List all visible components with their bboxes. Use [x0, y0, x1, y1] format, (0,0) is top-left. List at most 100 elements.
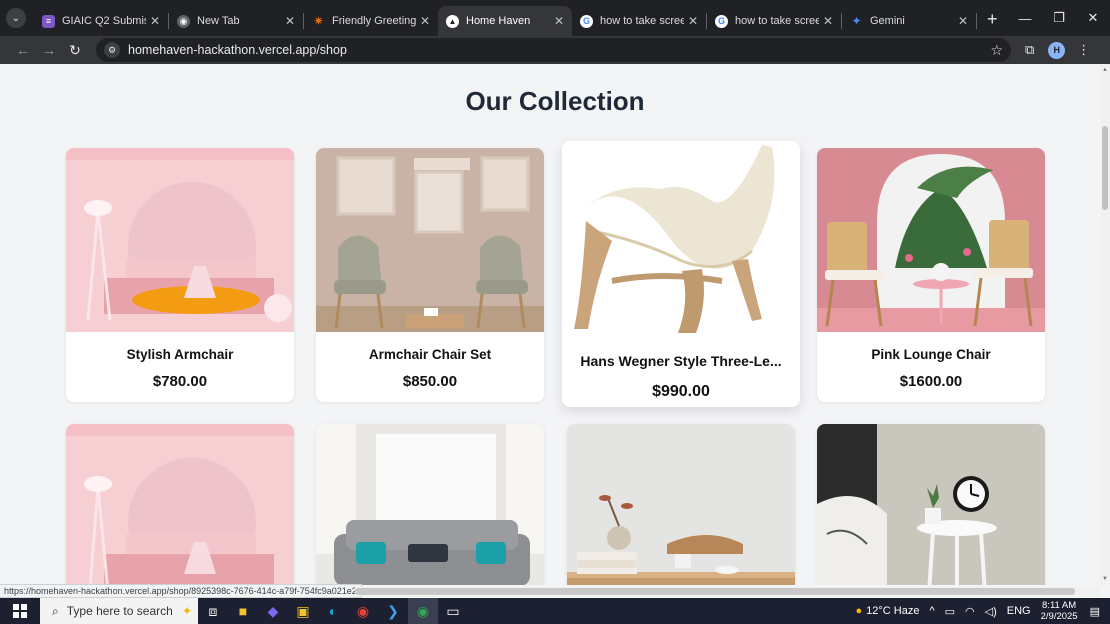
search-placeholder: Type here to search — [66, 604, 173, 618]
close-icon[interactable]: ✕ — [823, 14, 833, 28]
product-card-row2-4[interactable] — [817, 424, 1045, 585]
product-image[interactable] — [66, 148, 294, 332]
tab-search-icon[interactable]: ⌄ — [6, 8, 26, 28]
profile-avatar[interactable]: H — [1048, 41, 1066, 59]
restore-icon[interactable]: ❐ — [1042, 0, 1076, 36]
product-image[interactable] — [316, 424, 544, 585]
product-card-pink-lounge-chair[interactable]: Pink Lounge Chair $1600.00 — [817, 148, 1045, 402]
omnibox[interactable]: ⚙ homehaven-hackathon.vercel.app/shop ☆ — [96, 38, 1011, 62]
calendar-app-icon[interactable]: ▣ — [288, 598, 318, 624]
product-price: $1600.00 — [899, 373, 963, 390]
tab-home-haven[interactable]: ▲ Home Haven ✕ — [438, 6, 572, 36]
product-image[interactable] — [562, 141, 800, 335]
search-icon: ⌕ — [52, 603, 59, 618]
close-icon[interactable]: ✕ — [688, 14, 698, 28]
window-controls: — ❐ ✕ — [1008, 0, 1110, 36]
sparkle-icon: ✷ — [313, 14, 324, 28]
menu-kebab-icon[interactable]: ⋮ — [1077, 42, 1090, 58]
tab-screenshot-search-2[interactable]: G how to take screensh ✕ — [707, 6, 841, 36]
weather-text[interactable]: 12°C Haze — [866, 605, 919, 617]
close-icon[interactable]: ✕ — [420, 14, 430, 28]
bookmark-star-icon[interactable]: ☆ — [990, 42, 1003, 59]
new-tab-plus-icon[interactable]: + — [987, 9, 998, 30]
task-view-icon[interactable]: ⧈ — [198, 598, 228, 624]
edge-icon[interactable]: ◐ — [318, 598, 348, 624]
product-card-stylish-armchair[interactable]: Stylish Armchair $780.00 — [66, 148, 294, 402]
tab-title: GIAIC Q2 Submission — [62, 15, 146, 27]
wifi-icon[interactable]: ◠ — [965, 605, 975, 618]
minimize-icon[interactable]: — — [1008, 0, 1042, 36]
tab-giaic[interactable]: ≡ GIAIC Q2 Submission ✕ — [34, 6, 168, 36]
product-price: $990.00 — [652, 383, 710, 400]
language-indicator[interactable]: ENG — [1007, 605, 1031, 617]
clock[interactable]: 8:11 AM 2/9/2025 — [1041, 600, 1078, 622]
product-card-hans-wegner-chair[interactable]: Hans Wegner Style Three-Le... $990.00 — [562, 141, 800, 407]
back-arrow-icon[interactable]: ← — [10, 42, 36, 58]
taskbar-search-input[interactable]: ⌕ Type here to search ✦ — [40, 598, 198, 624]
volume-icon[interactable]: ◁) — [985, 605, 997, 618]
product-price: $780.00 — [152, 373, 208, 390]
copilot-sparkle-icon[interactable]: ✦ — [182, 604, 192, 618]
windows-start-icon[interactable] — [0, 598, 40, 624]
scrollbar-thumb[interactable] — [1102, 126, 1108, 210]
site-settings-icon[interactable]: ⚙ — [104, 42, 120, 58]
tab-new-tab[interactable]: ◉ New Tab ✕ — [169, 6, 303, 36]
clock-date: 2/9/2025 — [1040, 611, 1078, 622]
product-card-armchair-chair-set[interactable]: Armchair Chair Set $850.00 — [316, 148, 544, 402]
reload-icon[interactable]: ↻ — [62, 42, 88, 59]
tab-title: Friendly Greeting - C — [332, 15, 416, 27]
close-icon[interactable]: ✕ — [285, 14, 295, 28]
tab-screenshot-search-1[interactable]: G how to take screensh ✕ — [572, 6, 706, 36]
scroll-up-icon[interactable]: ▲ — [1102, 67, 1108, 73]
google-icon: G — [715, 14, 728, 28]
vertical-scrollbar[interactable]: ▲ ▼ — [1100, 64, 1110, 585]
product-name[interactable]: Pink Lounge Chair — [817, 347, 1045, 362]
weather-icon[interactable]: ● — [855, 605, 862, 617]
forward-arrow-icon[interactable]: → — [36, 42, 62, 58]
tab-title: New Tab — [197, 15, 240, 27]
close-icon[interactable]: ✕ — [554, 14, 564, 28]
tab-title: Home Haven — [466, 15, 531, 27]
close-icon[interactable]: ✕ — [150, 14, 160, 28]
tab-title: how to take screensh — [600, 15, 684, 27]
clock-time: 8:11 AM — [1042, 600, 1077, 611]
extensions-icon[interactable]: ⧉ — [1025, 42, 1034, 58]
chevron-up-icon[interactable]: ^ — [929, 605, 934, 617]
tab-friendly-greeting[interactable]: ✷ Friendly Greeting - C ✕ — [304, 6, 438, 36]
product-image[interactable] — [316, 148, 544, 332]
product-image[interactable] — [66, 424, 294, 585]
horizontal-scrollbar[interactable] — [355, 587, 1100, 596]
page-title: Our Collection — [465, 86, 645, 116]
chrome-icon: ◉ — [177, 14, 190, 28]
home-icon: ▲ — [446, 14, 459, 28]
browser-tab-bar: ⌄ ≡ GIAIC Q2 Submission ✕ ◉ New Tab ✕ ✷ … — [0, 0, 1110, 36]
product-name[interactable]: Armchair Chair Set — [316, 347, 544, 362]
product-image[interactable] — [817, 148, 1045, 332]
url-text[interactable]: homehaven-hackathon.vercel.app/shop — [128, 43, 347, 57]
copilot-icon[interactable]: ◆ — [258, 598, 288, 624]
terminal-icon[interactable]: ▭ — [438, 598, 468, 624]
product-image[interactable] — [817, 424, 1045, 585]
windows-taskbar: ⌕ Type here to search ✦ ⧈ ■ ◆ ▣ ◐ ◉ ❯ ◉ … — [0, 598, 1110, 624]
product-image[interactable] — [567, 424, 795, 585]
product-name[interactable]: Hans Wegner Style Three-Le... — [562, 353, 800, 369]
chrome-profile-icon[interactable]: ◉ — [408, 598, 438, 624]
system-tray: ● 12°C Haze ^ ▭ ◠ ◁) ENG 8:11 AM 2/9/202… — [855, 600, 1110, 622]
product-card-row2-2[interactable] — [316, 424, 544, 585]
close-icon[interactable]: ✕ — [958, 14, 968, 28]
notification-icon[interactable]: ▤ — [1090, 605, 1100, 618]
vscode-icon[interactable]: ❯ — [378, 598, 408, 624]
tab-separator — [976, 13, 977, 29]
product-name[interactable]: Stylish Armchair — [66, 347, 294, 362]
product-price: $850.00 — [402, 373, 458, 390]
file-explorer-icon[interactable]: ■ — [228, 598, 258, 624]
product-card-row2-3[interactable] — [567, 424, 795, 585]
close-window-icon[interactable]: ✕ — [1076, 0, 1110, 36]
chrome-icon[interactable]: ◉ — [348, 598, 378, 624]
network-icon[interactable]: ▭ — [945, 605, 955, 618]
toolbar-right: ⧉ H ⋮ — [1025, 41, 1104, 59]
scrollbar-thumb[interactable] — [355, 588, 1075, 595]
scroll-down-icon[interactable]: ▼ — [1102, 576, 1108, 582]
product-card-row2-1[interactable] — [66, 424, 294, 585]
tab-gemini[interactable]: ✦ Gemini ✕ — [842, 6, 976, 36]
